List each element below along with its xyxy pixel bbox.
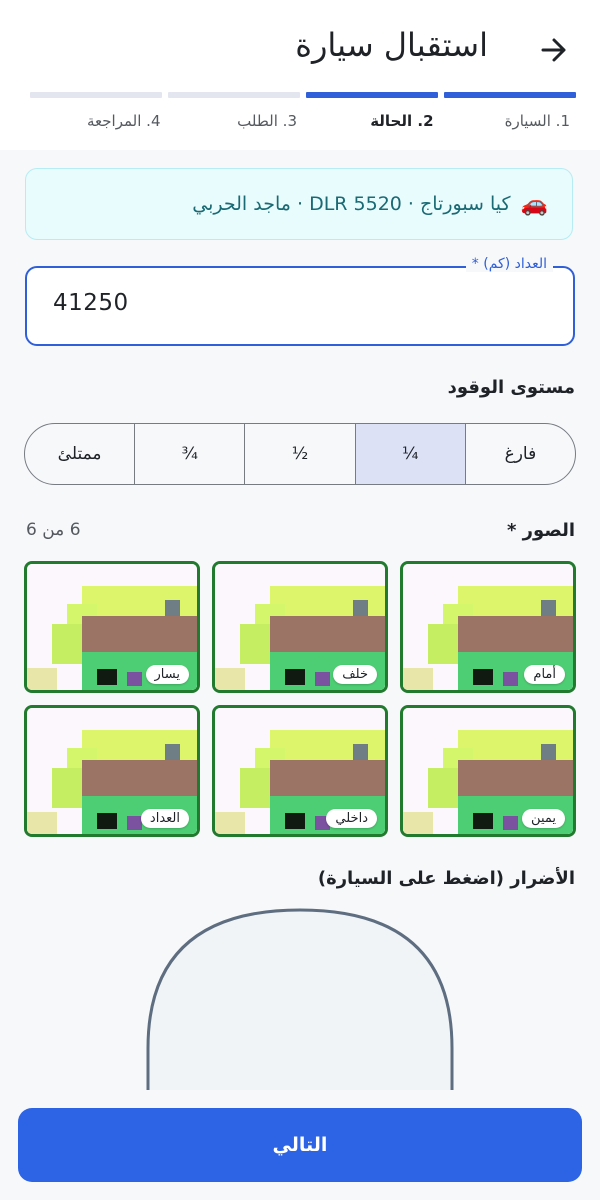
step-label[interactable]: 4. المراجعة xyxy=(30,112,167,130)
photo-tile[interactable]: يسار xyxy=(24,561,200,693)
car-icon: 🚗 xyxy=(520,191,548,217)
fuel-option[interactable]: ½ xyxy=(244,424,354,484)
damage-car-diagram[interactable] xyxy=(146,908,454,1090)
step-label[interactable]: 3. الطلب xyxy=(167,112,304,130)
photo-tile[interactable]: العداد xyxy=(24,705,200,837)
odometer-input[interactable]: 41250 xyxy=(53,290,129,316)
car-summary-card: 🚗 كيا سبورتاج · DLR 5520 · ماجد الحربي xyxy=(25,168,573,240)
stepper-bar xyxy=(444,92,576,98)
stepper-bar xyxy=(306,92,438,98)
photos-grid: أمام خلف يسار يمين داخلي العداد xyxy=(24,561,576,837)
stepper-bar xyxy=(30,92,162,98)
photo-tag: أمام xyxy=(524,665,565,684)
stepper-progress xyxy=(30,92,576,98)
photos-count: 6 من 6 xyxy=(26,520,81,540)
stepper-bar xyxy=(168,92,300,98)
next-button[interactable]: التالي xyxy=(18,1108,582,1182)
photo-tile[interactable]: أمام xyxy=(400,561,576,693)
stepper-labels: 1. السيارة 2. الحالة 3. الطلب 4. المراجعة xyxy=(30,112,576,130)
fuel-option[interactable]: ممتلئ xyxy=(25,424,134,484)
odometer-label: العداد (كم) * xyxy=(465,256,553,272)
photo-tag: داخلي xyxy=(326,809,377,828)
page-title: استقبال سيارة xyxy=(295,26,488,64)
photos-label: الصور * xyxy=(507,520,575,541)
step-label[interactable]: 2. الحالة xyxy=(303,112,440,130)
fuel-option[interactable]: ¾ xyxy=(134,424,244,484)
fuel-level-label: مستوى الوقود xyxy=(447,377,575,398)
photo-tile[interactable]: خلف xyxy=(212,561,388,693)
photo-tile[interactable]: داخلي xyxy=(212,705,388,837)
fuel-option[interactable]: ¼ xyxy=(354,424,465,484)
fuel-option[interactable]: فارغ xyxy=(464,424,575,484)
photo-tag: يسار xyxy=(145,665,189,684)
app-header: استقبال سيارة 1. السيارة 2. الحالة 3. الطل… xyxy=(0,0,600,150)
damage-label: الأضرار (اضغط على السيارة) xyxy=(317,868,575,889)
fuel-level-selector: فارغ ¼ ½ ¾ ممتلئ xyxy=(24,423,576,485)
step-label[interactable]: 1. السيارة xyxy=(440,112,577,130)
car-outline-icon xyxy=(146,908,454,1090)
odometer-field[interactable]: العداد (كم) * 41250 xyxy=(25,256,575,346)
photo-tag: العداد xyxy=(140,809,189,828)
photo-tag: خلف xyxy=(333,665,377,684)
car-summary-text: كيا سبورتاج · DLR 5520 · ماجد الحربي xyxy=(192,193,511,215)
photo-tag: يمين xyxy=(522,809,565,828)
photo-tile[interactable]: يمين xyxy=(400,705,576,837)
back-button[interactable] xyxy=(536,32,572,68)
arrow-right-icon xyxy=(541,38,566,62)
